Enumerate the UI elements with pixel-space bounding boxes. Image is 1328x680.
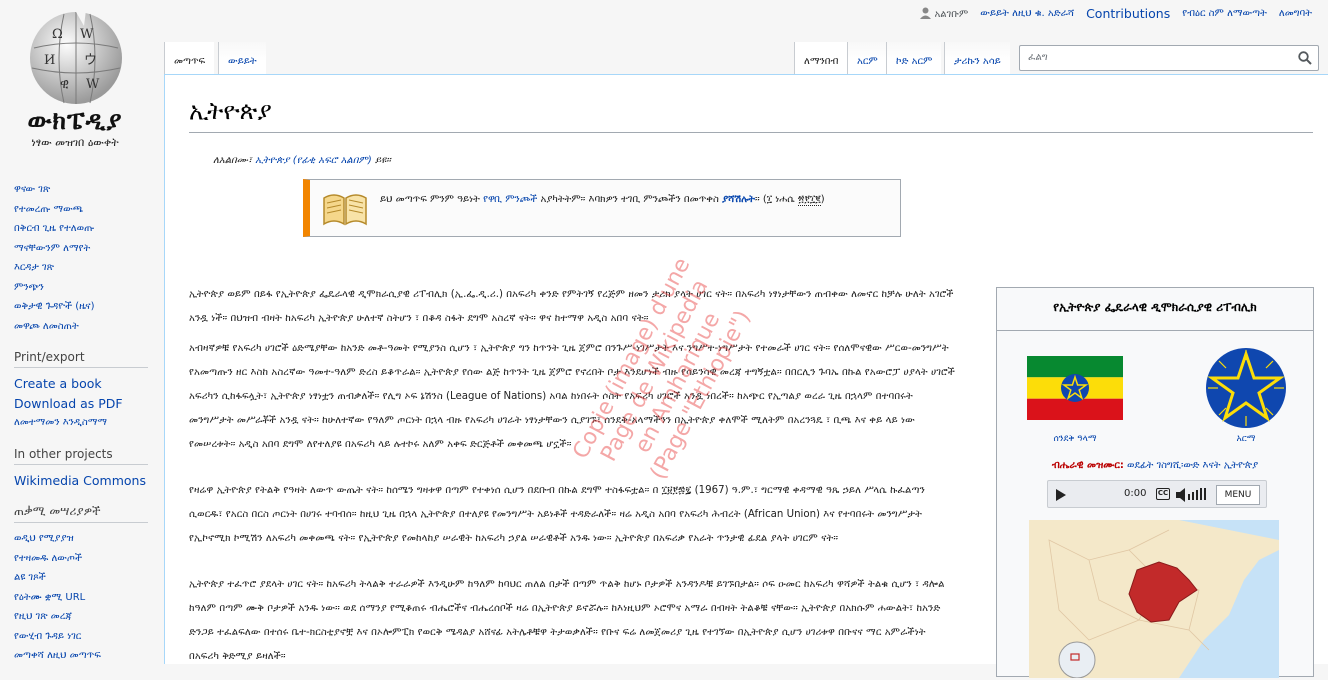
tab-edit-source[interactable]: ኮድ አርም — [886, 42, 942, 74]
tab-talk[interactable]: ውይይት — [218, 42, 266, 74]
article-paragraph: ኢትዮጵያ ወይም በይፋ የኢትዮጵያ ፌዴራላዊ ዲሞክራሲያዊ ሪፐብሊክ… — [189, 289, 954, 324]
sidebar: ዋናው ገጽ የተመረጡ ማውጫ በቅርብ ጊዜ የተለወጡ ማናቸውንም ለማ… — [0, 180, 164, 680]
svg-text:ዊ: ዊ — [60, 77, 69, 92]
anthem-link[interactable]: ወደፊት ገስግሺ፡ውድ እናት ኢትዮጵያ — [1127, 460, 1258, 471]
print-export-heading: Print/export — [14, 350, 148, 368]
search-icon[interactable] — [1298, 51, 1312, 65]
logo-tagline: ነፃው መዝገበ ዕውቀት — [31, 136, 119, 149]
content-area: ኢትዮጵያ ለአልበሙ፣ ኢትዮጵያ (የፊቂ አፍሮ አልበም) ይዩ። ይህ… — [164, 74, 1328, 678]
other-projects-heading: In other projects — [14, 447, 148, 465]
article-paragraph: አብዛኛዎቹ የአፍሪካ ሀገሮች ዕድሜያቸው ከአንድ መቶ-ዓመት የሚያ… — [189, 343, 955, 450]
svg-text:Ω: Ω — [52, 27, 63, 42]
tab-article[interactable]: መጣጥፍ — [164, 42, 215, 74]
puzzle-globe-icon: Ω W И ウ ዊ W — [30, 10, 122, 104]
article-paragraph: የዛሬዋ ኢትዮጵያ የትልቅ የዓዛት ለውጥ ውጤት ናት። ከሰሜን ግዛ… — [189, 485, 925, 544]
volume-icon[interactable] — [1176, 488, 1210, 502]
captions-button[interactable]: CC — [1156, 488, 1170, 500]
hatnote: ለአልበሙ፣ ኢትዮጵያ (የፊቂ አፍሮ አልበም) ይዩ። — [213, 155, 391, 166]
flag-caption[interactable]: ሰንደቅ ዓላማ — [1027, 434, 1123, 444]
sidebar-item-wikidata[interactable]: የውሂብ ጉዳይ ነገር — [14, 627, 164, 647]
tab-read[interactable]: ለማንበብ — [794, 42, 848, 74]
not-logged-in-label: አልገቡም — [934, 9, 969, 20]
emblem-caption[interactable]: አርማ — [1204, 434, 1288, 444]
create-account-link[interactable]: የብዕር ስም ለማውጣት — [1182, 8, 1267, 19]
sidebar-item-what-links-here[interactable]: ወዲህ የሚያያዝ — [14, 529, 164, 549]
sidebar-navigation: ዋናው ገጽ የተመረጡ ማውጫ በቅርብ ጊዜ የተለወጡ ማናቸውንም ለማ… — [0, 180, 164, 336]
play-icon[interactable] — [1056, 489, 1066, 501]
personal-tools: አልገቡም ውይይት ለዚህ ቁ. አድራሻ Contributions የብዕ… — [920, 6, 1312, 21]
sidebar-tools: ጠቃሚ መሣሪያዎች ወዲህ የሚያያዝ የተዛመዱ ለውጦች ልዩ ገጾች የ… — [0, 504, 164, 666]
infobox: የኢትዮጵያ ፌዴራላዊ ዲሞክራሲያዊ ሪፐብሊክ ሰንደቅ ዓላማ አርማ … — [996, 287, 1314, 678]
audio-player: 0:00 CC MENU — [1047, 480, 1267, 508]
article-paragraph: ኢትዮጵያ ተፈጥሮ ያደላት ሀገር ናት። ከአፍሪካ ትላልቅ ተራራዎች… — [189, 579, 945, 662]
anthem-label: ብሔራዊ መዝሙር: — [1051, 460, 1124, 471]
ethiopia-flag-image[interactable] — [1027, 356, 1123, 420]
search-input[interactable]: ፈልግ — [1019, 45, 1319, 71]
player-time: 0:00 — [1124, 488, 1147, 499]
location-map-image[interactable] — [1029, 520, 1279, 678]
sidebar-item-cite[interactable]: መጣቀሻ ለዚህ መጣጥፍ — [14, 646, 164, 666]
ethiopia-emblem-image[interactable] — [1204, 346, 1288, 430]
contributions-link[interactable]: Contributions — [1086, 6, 1170, 21]
tab-history[interactable]: ታሪኩን አሳይ — [944, 42, 1010, 74]
tools-heading: ጠቃሚ መሣሪያዎች — [14, 504, 148, 523]
sidebar-item-current-events[interactable]: ወቅታዊ ጉዳዮች (ዜና) — [14, 297, 164, 317]
references-link[interactable]: የዋቢ ምንጮች — [483, 194, 537, 205]
sidebar-item-recent-changes[interactable]: በቅርብ ጊዜ የተለወጡ — [14, 219, 164, 239]
svg-text:ウ: ウ — [84, 53, 97, 68]
svg-text:W: W — [80, 27, 94, 42]
logo-wordmark: ውክፔዲያ — [27, 106, 123, 135]
infobox-title: የኢትዮጵያ ፌዴራላዊ ዲሞክራሲያዊ ሪፐብሊክ — [1053, 300, 1257, 314]
user-status: አልገቡም — [920, 7, 968, 20]
sidebar-item-page-info[interactable]: የዚህ ገጽ መረጃ — [14, 607, 164, 627]
tab-edit[interactable]: አርም — [847, 42, 887, 74]
improve-link[interactable]: ያሻሽሉት — [722, 194, 755, 205]
infobox-divider — [997, 330, 1313, 331]
wikipedia-logo[interactable]: Ω W И ウ ዊ W ውክፔዲያ ነፃው መዝገበ ዕውቀት — [0, 0, 164, 160]
sidebar-item-random[interactable]: ማናቸውንም ለማየት — [14, 239, 164, 259]
user-icon — [920, 7, 932, 19]
title-divider — [189, 132, 1313, 133]
notice-text: ይህ መጣጥፍ ምንም ዓይነት የዋቢ ምንጮች አያካትትም። እባክዎን … — [380, 194, 825, 206]
sidebar-print-export: Print/export Create a book Download as P… — [0, 350, 164, 433]
sidebar-item-donate[interactable]: መዋጮ ለመስጠት — [14, 317, 164, 337]
sidebar-item-download-pdf[interactable]: Download as PDF — [14, 394, 164, 414]
sidebar-item-printable[interactable]: ለመተማመን እንዲስማማ — [14, 413, 164, 433]
svg-text:W: W — [86, 77, 100, 92]
sidebar-item-create-book[interactable]: Create a book — [14, 374, 164, 394]
svg-text:И: И — [44, 53, 55, 68]
hatnote-link[interactable]: ኢትዮጵያ (የፊቂ አፍሮ አልበም) — [255, 155, 372, 166]
sidebar-item-permanent-link[interactable]: የዕትሙ ቋሚ URL — [14, 588, 164, 608]
login-link[interactable]: ለመግባት — [1279, 8, 1312, 19]
sidebar-item-sources[interactable]: ምንጭን — [14, 278, 164, 298]
sidebar-item-main-page[interactable]: ዋናው ገጽ — [14, 180, 164, 200]
book-icon — [323, 194, 367, 226]
player-menu-button[interactable]: MENU — [1216, 485, 1260, 505]
page-title: ኢትዮጵያ — [189, 97, 272, 125]
sidebar-item-featured[interactable]: የተመረጡ ማውጫ — [14, 200, 164, 220]
sidebar-item-help[interactable]: እርዳታ ገጽ — [14, 258, 164, 278]
sidebar-other-projects: In other projects Wikimedia Commons — [0, 447, 164, 491]
unreferenced-notice: ይህ መጣጥፍ ምንም ዓይነት የዋቢ ምንጮች አያካትትም። እባክዎን … — [303, 179, 901, 237]
sidebar-item-commons[interactable]: Wikimedia Commons — [14, 471, 164, 491]
captions-label: CC — [1157, 489, 1169, 497]
notice-date: ፳፻፲፪ — [797, 194, 821, 206]
sidebar-item-special-pages[interactable]: ልዩ ገጾች — [14, 568, 164, 588]
search-placeholder: ፈልግ — [1028, 52, 1048, 63]
anthem-row: ብሔራዊ መዝሙር: ወደፊት ገስግሺ፡ውድ እናት ኢትዮጵያ — [997, 460, 1313, 471]
player-menu-label: MENU — [1224, 490, 1252, 500]
talk-link[interactable]: ውይይት ለዚህ ቁ. አድራሻ — [980, 8, 1074, 19]
sidebar-item-related-changes[interactable]: የተዛመዱ ለውጦች — [14, 549, 164, 569]
